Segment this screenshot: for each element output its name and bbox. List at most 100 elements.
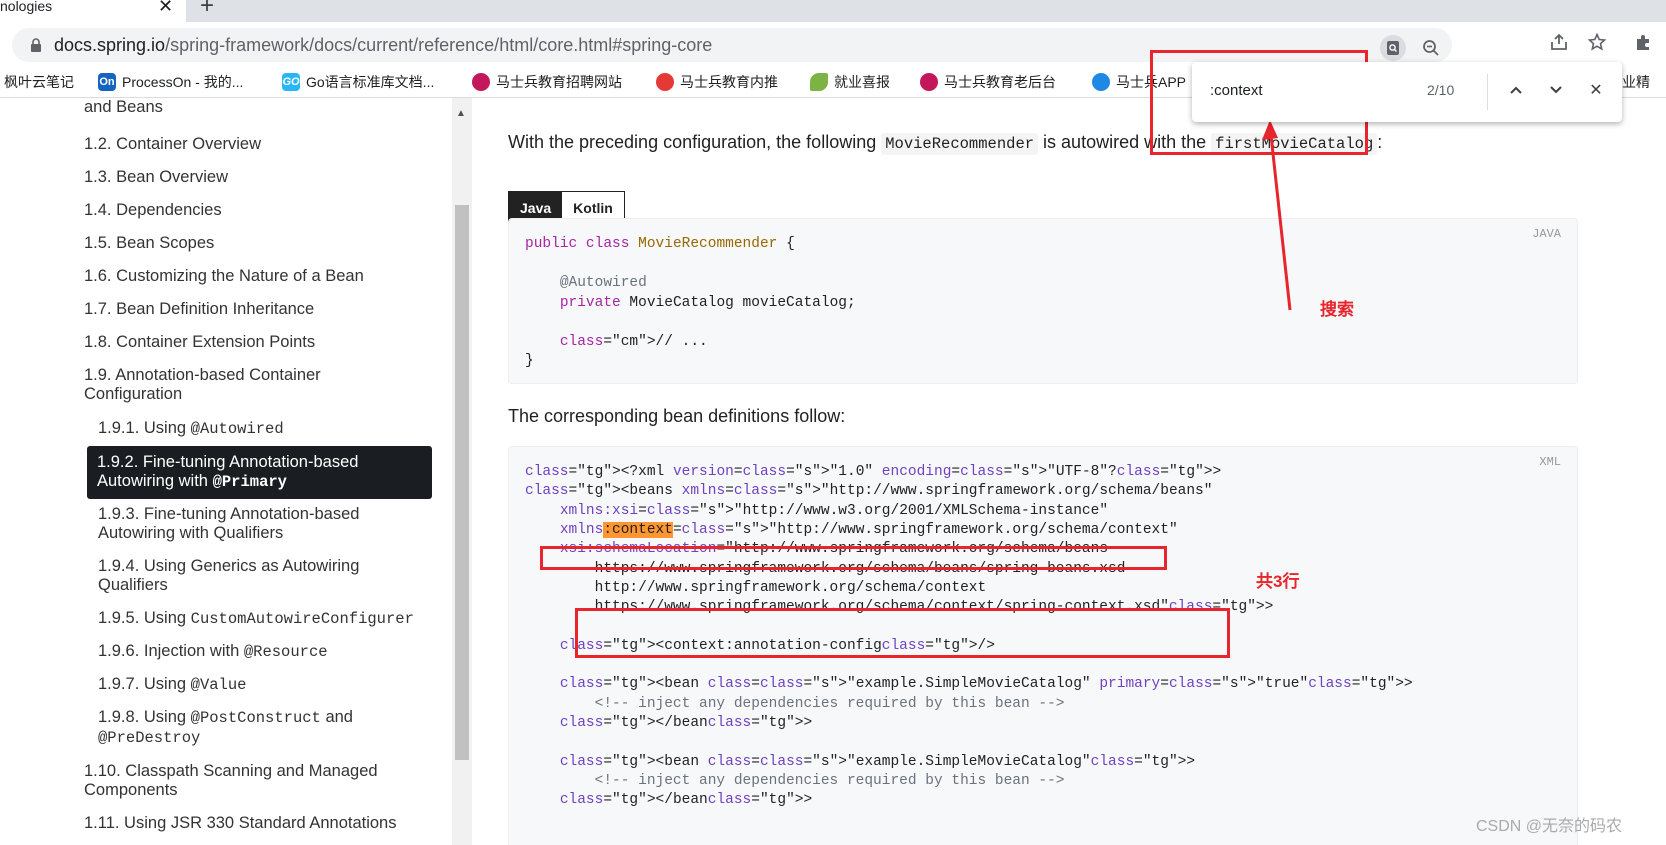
toc-item[interactable]: 1.2. Container Overview (84, 135, 261, 154)
toc-label: 1.9.6. Injection with (98, 642, 244, 660)
toc-item[interactable]: @PreDestroy (98, 728, 200, 748)
toc-item[interactable]: 1.11. Using JSR 330 Standard Annotations (84, 814, 397, 833)
toc-item[interactable]: Qualifiers (98, 576, 168, 595)
toc-item[interactable]: 1.9.5. Using CustomAutowireConfigurer (98, 609, 414, 629)
xmlns-context-highlight-box (540, 546, 1167, 570)
bookmark-item[interactable]: 就业喜报 (810, 72, 890, 92)
msb-icon (656, 73, 674, 91)
toc-code: @Value (190, 676, 247, 694)
tab-close-icon[interactable]: ✕ (158, 0, 173, 17)
sidebar-scrollbar[interactable]: ▲ (452, 98, 472, 845)
code-line: xmlns:context=class="s">"http://www.spri… (559, 521, 1178, 538)
toc-item[interactable]: 1.8. Container Extension Points (84, 333, 315, 352)
toc-active-label: 1.9.2. Fine-tuning Annotation-based Autow… (97, 453, 427, 492)
bookmark-star-icon[interactable] (1584, 29, 1610, 55)
code-line: class="tg"></beanclass="tg">> (559, 792, 813, 809)
extensions-icon[interactable] (1630, 29, 1656, 55)
toc-label: 1.9.2. Fine-tuning Annotation-based (97, 453, 359, 471)
find-input[interactable]: :context (1210, 82, 1263, 99)
toc-item[interactable]: 1.7. Bean Definition Inheritance (84, 300, 314, 319)
toc-label: 1.9.1. Using (98, 419, 191, 437)
bookmark-item[interactable]: 马士兵教育老后台 (920, 72, 1056, 92)
toc-code: @Primary (212, 473, 287, 491)
code-line: } (525, 353, 534, 369)
share-icon[interactable] (1546, 29, 1572, 55)
toc-item[interactable]: 1.5. Bean Scopes (84, 234, 214, 253)
toc-item[interactable]: Autowiring with Qualifiers (98, 524, 283, 543)
toc-item[interactable]: 1.9.7. Using @Value (98, 675, 246, 695)
schema-location-highlight-box (575, 608, 1230, 658)
code-line: public class MovieRecommender { (525, 236, 795, 252)
code-line: <!-- inject any dependencies required by… (525, 695, 1065, 712)
lines-annotation-label: 共3行 (1256, 572, 1300, 591)
toc-code: CustomAutowireConfigurer (190, 610, 414, 628)
zoom-icon[interactable] (1418, 35, 1444, 61)
toc-code: @PostConstruct (190, 709, 321, 727)
find-in-page-icon[interactable] (1380, 35, 1406, 61)
code-line: class="tg"><bean class=class="s">"exampl… (559, 676, 1413, 693)
code-line: http://www.springframework.org/schema/co… (525, 579, 987, 596)
browser-tab[interactable]: nologies ✕ (0, 0, 186, 22)
inline-code: MovieRecommender (881, 133, 1039, 155)
leaf-icon (810, 73, 828, 91)
toc-item[interactable]: 1.4. Dependencies (84, 201, 222, 220)
bookmark-item[interactable]: GO Go语言标准库文档... (282, 72, 434, 92)
toc-sidebar: and Beans 1.2. Container Overview 1.3. B… (0, 98, 452, 845)
lock-icon (31, 38, 41, 52)
toc-code: @Autowired (190, 420, 284, 438)
toc-item[interactable]: 1.9.4. Using Generics as Autowiring (98, 557, 359, 576)
new-tab-icon[interactable]: + (200, 0, 214, 20)
bookmark-item[interactable]: 马士兵教育招聘网站 (472, 72, 622, 92)
browser-toolbar: docs.spring.io/spring-framework/docs/cur… (0, 22, 1666, 66)
search-annotation-label: 搜索 (1320, 300, 1354, 319)
toc-item[interactable]: 1.9.3. Fine-tuning Annotation-based (98, 505, 359, 524)
code-line: xmlns:xsi=class="s">"http://www.w3.org/2… (559, 502, 1109, 519)
bookmark-label: Go语言标准库文档... (306, 74, 435, 90)
toc-code: @PreDestroy (98, 729, 201, 747)
url-text: docs.spring.io/spring-framework/docs/cur… (54, 35, 712, 56)
tab-title: nologies (0, 0, 53, 14)
toc-item[interactable]: 1.9. Annotation-based Container (84, 366, 321, 385)
toc-code: @Resource (243, 643, 328, 661)
toc-item[interactable]: 1.9.1. Using @Autowired (98, 419, 284, 439)
url-path: /spring-framework/docs/current/reference… (165, 35, 713, 55)
scrollbar-thumb[interactable] (455, 205, 469, 760)
toc-item[interactable]: 1.10. Classpath Scanning and Managed (84, 762, 378, 781)
tab-strip: nologies ✕ + (0, 0, 1666, 22)
code-language-label: JAVA (1532, 227, 1561, 241)
annotation-arrow (1262, 120, 1292, 311)
code-line: <!-- inject any dependencies required by… (525, 772, 1065, 789)
toc-item[interactable]: 1.9.8. Using @PostConstruct and (98, 708, 353, 728)
java-code-block: JAVA public class MovieRecommender { @Au… (508, 218, 1578, 384)
url-host: docs.spring.io (54, 35, 166, 55)
toc-item[interactable]: 1.9.6. Injection with @Resource (98, 642, 328, 662)
go-icon: GO (282, 73, 300, 91)
main-content: With the preceding configuration, the fo… (472, 98, 1666, 845)
toc-item[interactable]: and Beans (84, 98, 163, 117)
bookmark-item[interactable]: On ProcessOn - 我的... (98, 72, 243, 92)
chevron-up-icon[interactable] (1503, 78, 1529, 104)
code-line: class="tg"><bean class=class="s">"exampl… (559, 753, 1196, 770)
bookmark-label: 马士兵教育招聘网站 (496, 74, 622, 90)
find-match-count: 2/10 (1427, 82, 1455, 98)
scroll-up-arrow-icon[interactable]: ▲ (456, 108, 466, 119)
toc-label: 1.9.8. Using (98, 708, 191, 726)
toc-label: and (320, 708, 353, 726)
chevron-down-icon[interactable] (1543, 78, 1569, 104)
bookmark-label: 枫叶云笔记 (4, 74, 74, 90)
bookmark-item[interactable]: 枫叶云笔记 (4, 72, 74, 92)
code-line: private MovieCatalog movieCatalog; (559, 294, 856, 311)
bookmark-label: 马士兵教育老后台 (944, 74, 1056, 90)
toc-item[interactable]: Configuration (84, 385, 182, 404)
code-line: class="tg"></beanclass="tg">> (559, 714, 813, 731)
toc-label: 1.9.7. Using (98, 675, 191, 693)
toc-item[interactable]: Components (84, 781, 178, 800)
toc-item[interactable]: 1.6. Customizing the Nature of a Bean (84, 267, 364, 286)
code-line: class="tg"><beans xmlns=class="s">"http:… (525, 483, 1213, 500)
bookmark-item[interactable]: 马士兵教育内推 (656, 72, 778, 92)
toc-label: 1.9.5. Using (98, 609, 191, 627)
code-line: @Autowired (559, 275, 647, 291)
toc-item[interactable]: 1.3. Bean Overview (84, 168, 228, 187)
close-icon[interactable]: ✕ (1583, 78, 1609, 104)
code-line: class="tg"><?xml version=class="s">"1.0"… (525, 464, 1222, 480)
